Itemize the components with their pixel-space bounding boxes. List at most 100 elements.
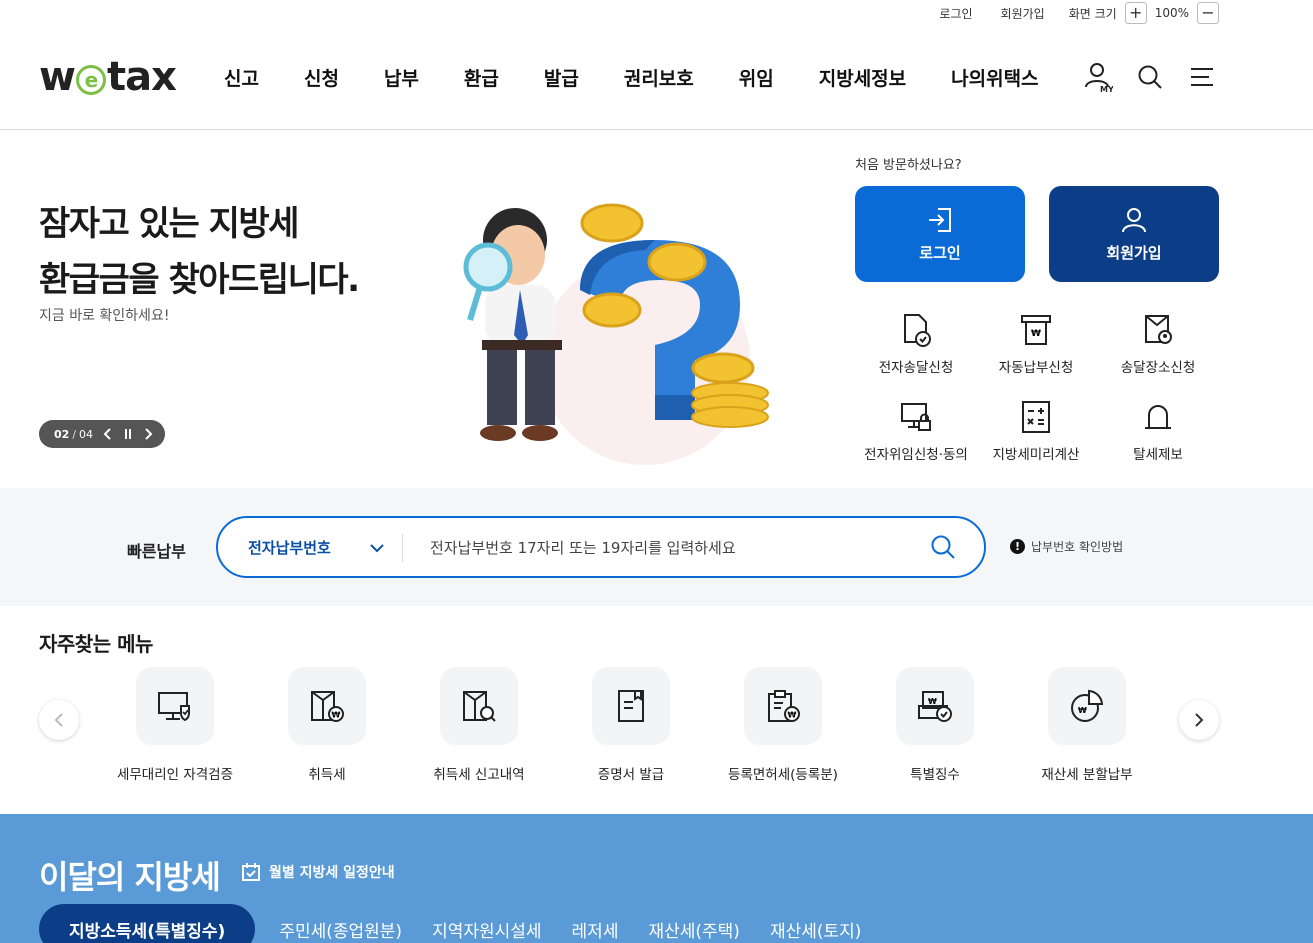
frequent-item-acquisition-tax[interactable]: ₩ 취득세 <box>252 667 402 783</box>
logo-text-tax: tax <box>106 54 177 100</box>
zoom-in-button[interactable]: + <box>1124 2 1147 24</box>
nav-item-apply[interactable]: 신청 <box>304 64 339 91</box>
user-icon <box>1122 207 1146 232</box>
frequent-item-acquisition-history[interactable]: 취득세 신고내역 <box>404 667 554 783</box>
nav-item-refund[interactable]: 환급 <box>464 64 499 91</box>
pager-pause-icon[interactable] <box>123 428 133 440</box>
pager-total: 04 <box>79 427 94 441</box>
service-e-delivery[interactable]: 전자송달신청 <box>856 310 976 376</box>
tab-regional-resource-tax[interactable]: 지역자원시설세 <box>432 917 541 942</box>
join-button[interactable]: 회원가입 <box>1049 186 1219 282</box>
pager-next-icon[interactable] <box>143 428 153 440</box>
util-login-link[interactable]: 로그인 <box>939 5 972 22</box>
join-button-label: 회원가입 <box>1106 243 1162 262</box>
tab-leisure-tax[interactable]: 레저세 <box>572 917 619 942</box>
tab-local-income-tax[interactable]: 지방소득세(특별징수) <box>39 904 256 943</box>
service-label: 전자위임신청·동의 <box>864 447 968 463</box>
frequent-prev-button[interactable] <box>39 700 79 740</box>
svg-text:₩: ₩ <box>788 711 797 720</box>
service-e-delegation[interactable]: 전자위임신청·동의 <box>856 397 976 463</box>
frequent-item-registration-tax[interactable]: ₩ 등록면허세(등록분) <box>708 667 858 783</box>
acquisition-tax-icon: ₩ <box>288 667 366 745</box>
zoom-value: 100% <box>1154 6 1189 20</box>
frequent-item-label: 특별징수 <box>910 767 960 783</box>
logo-text-w: w <box>39 54 76 100</box>
frequent-next-button[interactable] <box>1179 700 1219 740</box>
quick-pay-label: 빠른납부 <box>127 542 186 561</box>
login-button[interactable]: 로그인 <box>855 186 1025 282</box>
pager-prev-icon[interactable] <box>103 428 113 440</box>
nav-item-report[interactable]: 신고 <box>224 64 259 91</box>
document-check-icon <box>896 310 936 350</box>
search-icon[interactable] <box>930 534 956 564</box>
hero-title: 잠자고 있는 지방세 환급금을 찾아드립니다. <box>39 196 360 308</box>
nav-item-my-wetax[interactable]: 나의위택스 <box>951 64 1038 91</box>
quick-pay-box: 전자납부번호 <box>216 516 986 578</box>
payment-type-value: 전자납부번호 <box>248 539 331 557</box>
tab-resident-tax[interactable]: 주민세(종업원분) <box>279 917 402 942</box>
frequent-item-label: 증명서 발급 <box>597 767 665 783</box>
payment-type-select[interactable]: 전자납부번호 <box>248 537 385 558</box>
nav-item-pay[interactable]: 납부 <box>384 64 419 91</box>
search-icon[interactable] <box>1135 62 1165 92</box>
hero-subtitle: 지금 바로 확인하세요! <box>39 308 170 324</box>
monitor-lock-icon <box>896 397 936 437</box>
svg-text:₩: ₩ <box>928 697 937 706</box>
nav-item-issue[interactable]: 발급 <box>544 64 579 91</box>
service-label: 송달장소신청 <box>1120 360 1196 376</box>
hero-title-line1: 잠자고 있는 지방세 <box>39 204 299 244</box>
header: w e tax 신고 신청 납부 환급 발급 권리보호 위임 지방세정보 나의위택스… <box>0 26 1313 130</box>
nav-item-localtax-info[interactable]: 지방세정보 <box>819 64 906 91</box>
login-button-label: 로그인 <box>919 243 961 262</box>
tab-property-tax-house[interactable]: 재산세(주택) <box>648 917 739 942</box>
monthly-schedule-link[interactable]: 월별 지방세 일정안내 <box>241 862 395 882</box>
payment-number-input[interactable] <box>430 532 910 564</box>
service-label: 자동납부신청 <box>998 360 1074 376</box>
frequent-item-label: 등록면허세(등록분) <box>728 767 838 783</box>
frequent-item-agent-verify[interactable]: 세무대리인 자격검증 <box>100 667 250 783</box>
monthly-tax-title: 이달의 지방세 <box>39 858 221 896</box>
monthly-tax-section: 이달의 지방세 월별 지방세 일정안내 지방소득세(특별징수) 주민세(종업원분… <box>0 814 1313 943</box>
first-visit-text: 처음 방문하셨나요? <box>855 158 962 173</box>
menu-icon[interactable] <box>1187 62 1217 92</box>
frequent-item-label: 취득세 <box>308 767 346 783</box>
frequent-item-label: 취득세 신고내역 <box>433 767 525 783</box>
wetax-logo[interactable]: w e tax <box>39 54 177 100</box>
service-tax-calculator[interactable]: 지방세미리계산 <box>976 397 1096 463</box>
tab-property-tax-land[interactable]: 재산세(토지) <box>770 917 861 942</box>
utility-bar: 로그인 회원가입 화면 크기 + 100% − <box>939 0 1219 26</box>
frequent-item-certificate[interactable]: 증명서 발급 <box>556 667 706 783</box>
service-tax-evasion-report[interactable]: 탈세제보 <box>1098 397 1218 463</box>
zoom-out-button[interactable]: − <box>1197 2 1219 24</box>
nav-item-rights[interactable]: 권리보호 <box>624 64 694 91</box>
hero-title-line2: 환급금을 찾아드립니다. <box>39 260 360 300</box>
frequent-item-label: 세무대리인 자격검증 <box>116 767 234 783</box>
nav-item-delegation[interactable]: 위임 <box>739 64 774 91</box>
header-icons: MY <box>1083 62 1217 93</box>
svg-text:₩: ₩ <box>1078 706 1087 715</box>
util-signup-link[interactable]: 회원가입 <box>1001 5 1045 22</box>
banner-pager: 02/04 <box>39 420 165 448</box>
calculator-icon <box>1016 397 1056 437</box>
payment-number-help-link[interactable]: ! 납부번호 확인방법 <box>1010 538 1123 555</box>
my-page-icon[interactable]: MY <box>1083 62 1113 93</box>
logo-e-icon: e <box>75 65 106 95</box>
hero-illustration <box>463 203 769 465</box>
registration-tax-icon: ₩ <box>744 667 822 745</box>
service-delivery-place[interactable]: 송달장소신청 <box>1098 310 1218 376</box>
chevron-down-icon <box>369 543 385 553</box>
chevron-right-icon <box>1195 713 1204 727</box>
frequent-item-property-installment[interactable]: ₩ 재산세 분할납부 <box>1012 667 1162 783</box>
divider <box>402 534 403 562</box>
certificate-icon <box>592 667 670 745</box>
acquisition-history-icon <box>440 667 518 745</box>
frequent-item-special-collection[interactable]: ₩ 특별징수 <box>860 667 1010 783</box>
special-collection-icon: ₩ <box>896 667 974 745</box>
monitor-shield-icon <box>136 667 214 745</box>
zoom-label: 화면 크기 <box>1068 6 1117 21</box>
frequent-item-label: 재산세 분할납부 <box>1041 767 1133 783</box>
service-auto-pay[interactable]: ₩ 자동납부신청 <box>976 310 1096 376</box>
siren-icon <box>1138 397 1178 437</box>
chevron-left-icon <box>54 713 63 727</box>
main-nav: 신고 신청 납부 환급 발급 권리보호 위임 지방세정보 나의위택스 <box>224 64 1039 91</box>
